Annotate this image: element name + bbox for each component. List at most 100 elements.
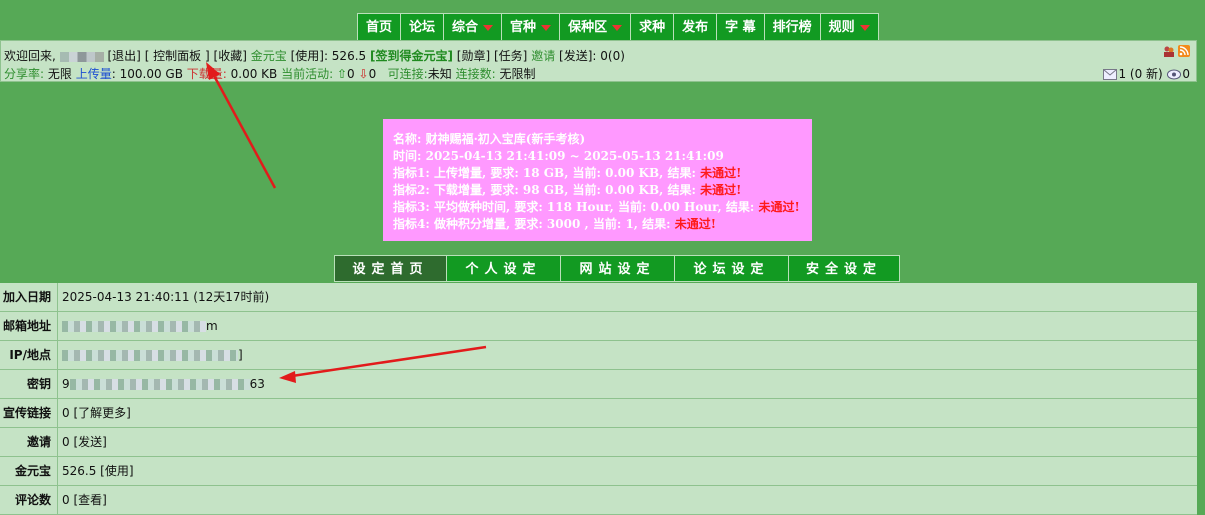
ip-redacted xyxy=(62,350,238,361)
notice-item-text: 指标4: 做种积分增量, 要求: 3000 , 当前: 1, 结果: xyxy=(393,217,675,231)
nav-label: 首页 xyxy=(366,19,393,35)
nav-requests[interactable]: 求种 xyxy=(630,13,674,40)
nav-label: 官种 xyxy=(510,19,537,35)
email-redacted xyxy=(62,321,206,332)
user-info-row-1: 欢迎回来, [退出] [ 控制面板 ] [收藏] 金元宝 [使用]: 526.5… xyxy=(4,49,625,63)
messages-count[interactable]: 1 (0 新) xyxy=(1118,67,1162,81)
table-row: 密钥 9 63 xyxy=(0,370,1197,399)
notice-item-result: 未通过! xyxy=(700,183,742,197)
notice-item-text: 指标3: 平均做种时间, 要求: 118 Hour, 当前: 0.00 Hour… xyxy=(393,200,759,214)
settings-tabs: 设定首页 个人设定 网站设定 论坛设定 安全设定 xyxy=(334,255,900,282)
checkin-link[interactable]: [签到得金元宝] xyxy=(370,49,453,63)
user-info-row-2: 分享率: 无限 上传量: 100.00 GB 下载量: 0.00 KB 当前活动… xyxy=(4,67,536,81)
gold-ingot-value[interactable]: 526.5 [使用] xyxy=(58,457,1197,485)
logout-link[interactable]: [退出] xyxy=(107,49,140,63)
upload-value: 100.00 GB xyxy=(119,67,183,81)
row-label: 密钥 xyxy=(0,370,58,398)
user-info-bar: 欢迎回来, [退出] [ 控制面板 ] [收藏] 金元宝 [使用]: 526.5… xyxy=(0,40,1197,82)
nav-official[interactable]: 官种 xyxy=(501,13,560,40)
main-nav: 首页 论坛 综合 官种 保种区 求种 发布 字 幕 排行榜 规则 xyxy=(357,13,879,40)
passkey-suffix: 63 xyxy=(249,377,265,391)
tab-settings-home[interactable]: 设定首页 xyxy=(334,255,446,282)
tab-personal-settings[interactable]: 个人设定 xyxy=(446,255,560,282)
table-row: IP/地点 ] xyxy=(0,341,1197,370)
notice-item: 指标3: 平均做种时间, 要求: 118 Hour, 当前: 0.00 Hour… xyxy=(393,199,802,216)
up-arrow-icon: ⇧ xyxy=(336,67,348,81)
nav-label: 求种 xyxy=(639,19,666,35)
ip-location-value: ] xyxy=(58,341,1197,369)
nav-label: 论坛 xyxy=(409,19,436,35)
nav-home[interactable]: 首页 xyxy=(357,13,401,40)
down-arrow-icon: ⇩ xyxy=(358,67,369,81)
nav-forum[interactable]: 论坛 xyxy=(400,13,444,40)
welcome-text: 欢迎回来, xyxy=(4,49,56,63)
notice-item-text: 指标1: 上传增量, 要求: 18 GB, 当前: 0.00 KB, 结果: xyxy=(393,166,701,180)
invites-value[interactable]: 0 [发送] xyxy=(58,428,1197,456)
dropdown-caret-icon xyxy=(483,25,494,31)
ratio-label: 分享率: xyxy=(4,67,45,81)
notice-item-result: 未通过! xyxy=(674,217,717,231)
row-label: 邮箱地址 xyxy=(0,312,58,340)
gold-value: 526.5 xyxy=(331,49,367,63)
rss-icon[interactable] xyxy=(1178,45,1190,57)
nav-upload[interactable]: 发布 xyxy=(673,13,717,40)
notice-item-result: 未通过! xyxy=(758,200,800,214)
promo-link-value[interactable]: 0 [了解更多] xyxy=(58,399,1197,427)
eye-icon[interactable] xyxy=(1166,69,1181,81)
row-label: IP/地点 xyxy=(0,341,58,369)
tab-security-settings[interactable]: 安全设定 xyxy=(788,255,900,282)
nav-label: 保种区 xyxy=(568,19,608,35)
nav-rules[interactable]: 规则 xyxy=(819,13,879,40)
row-label: 宣传链接 xyxy=(0,399,58,427)
gold-use-link[interactable]: [使用] xyxy=(291,49,324,63)
friends-icon[interactable] xyxy=(1163,45,1175,57)
nav-seeding-zone[interactable]: 保种区 xyxy=(559,13,631,40)
active-down-value: 0 xyxy=(368,67,377,81)
username-redacted[interactable] xyxy=(59,51,104,62)
nav-label: 字 幕 xyxy=(725,19,756,35)
tab-site-settings[interactable]: 网站设定 xyxy=(560,255,674,282)
envelope-icon[interactable] xyxy=(1102,68,1117,81)
top-right-icons xyxy=(1163,45,1190,57)
invite-value: 0(0) xyxy=(600,49,625,63)
medal-link[interactable]: [勋章] xyxy=(457,49,490,63)
nav-label: 发布 xyxy=(682,19,709,35)
download-label: 下载量: xyxy=(186,67,227,81)
upload-label: 上传量 xyxy=(75,67,112,81)
arrow-line-control-panel xyxy=(210,71,277,189)
watch-count[interactable]: 0 xyxy=(1182,67,1190,81)
notice-item: 指标2: 下载增量, 要求: 98 GB, 当前: 0.00 KB, 结果: 未… xyxy=(393,182,802,199)
dropdown-caret-icon xyxy=(541,25,552,31)
table-row: 加入日期 2025-04-13 21:40:11 (12天17时前) xyxy=(0,283,1197,312)
passkey-value: 9 63 xyxy=(58,370,1197,398)
connectable-label: 可连接: xyxy=(387,67,428,81)
notice-item: 指标1: 上传增量, 要求: 18 GB, 当前: 0.00 KB, 结果: 未… xyxy=(393,165,802,182)
task-link[interactable]: [任务] xyxy=(494,49,527,63)
nav-ranking[interactable]: 排行榜 xyxy=(763,13,820,40)
table-row: 金元宝 526.5 [使用] xyxy=(0,457,1197,486)
control-panel-link[interactable]: [ 控制面板 ] xyxy=(145,49,210,63)
join-date-value: 2025-04-13 21:40:11 (12天17时前) xyxy=(58,283,1197,311)
nav-label: 规则 xyxy=(828,19,855,35)
message-status: 1 (0 新) 0 xyxy=(1102,65,1190,82)
invite-label: 邀请 xyxy=(531,49,556,63)
connections-value: 无限制 xyxy=(499,67,536,81)
comments-value[interactable]: 0 [查看] xyxy=(58,486,1197,514)
notice-name: 名称: 财神赐福·初入宝库(新手考核) xyxy=(393,132,586,146)
nav-general[interactable]: 综合 xyxy=(443,13,502,40)
email-suffix: m xyxy=(206,319,218,333)
notice-time: 时间: 2025-04-13 21:41:09 ~ 2025-05-13 21:… xyxy=(393,149,724,163)
invite-send-link[interactable]: [发送] xyxy=(559,49,592,63)
table-row: 宣传链接 0 [了解更多] xyxy=(0,399,1197,428)
connections-label: 连接数: xyxy=(455,67,496,81)
dropdown-caret-icon xyxy=(859,25,870,31)
notice-item: 指标4: 做种积分增量, 要求: 3000 , 当前: 1, 结果: 未通过! xyxy=(393,216,802,233)
account-details-table: 加入日期 2025-04-13 21:40:11 (12天17时前) 邮箱地址 … xyxy=(0,283,1197,515)
tab-forum-settings[interactable]: 论坛设定 xyxy=(674,255,788,282)
row-label: 金元宝 xyxy=(0,457,58,485)
nav-subtitles[interactable]: 字 幕 xyxy=(716,13,764,40)
active-up-value: 0 xyxy=(347,67,355,81)
connectable-value: 未知 xyxy=(427,67,452,81)
favorites-link[interactable]: [收藏] xyxy=(214,49,247,63)
nav-label: 排行榜 xyxy=(772,19,812,35)
